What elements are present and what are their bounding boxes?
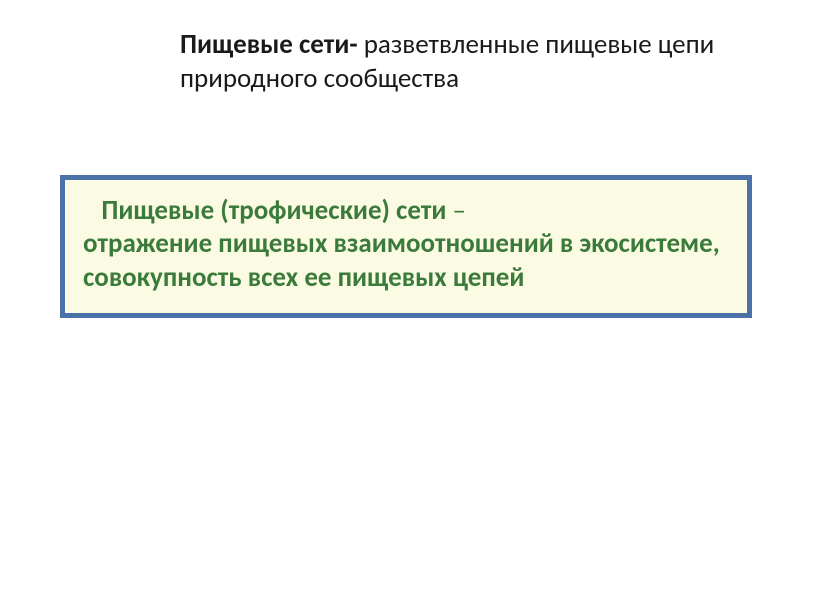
definition-box: Пищевые (трофические) сети – отражение п… xyxy=(60,175,752,318)
definition-title: Пищевые (трофические) сети xyxy=(83,194,446,227)
slide-heading: Пищевые сети- разветвленные пищевые цепи… xyxy=(180,28,750,96)
definition-body: отражение пищевых взаимоотношений в экос… xyxy=(83,227,720,294)
definition-text: Пищевые (трофические) сети – отражение п… xyxy=(83,194,729,295)
definition-dash: – xyxy=(446,194,466,227)
heading-bold: Пищевые сети- xyxy=(180,28,358,61)
